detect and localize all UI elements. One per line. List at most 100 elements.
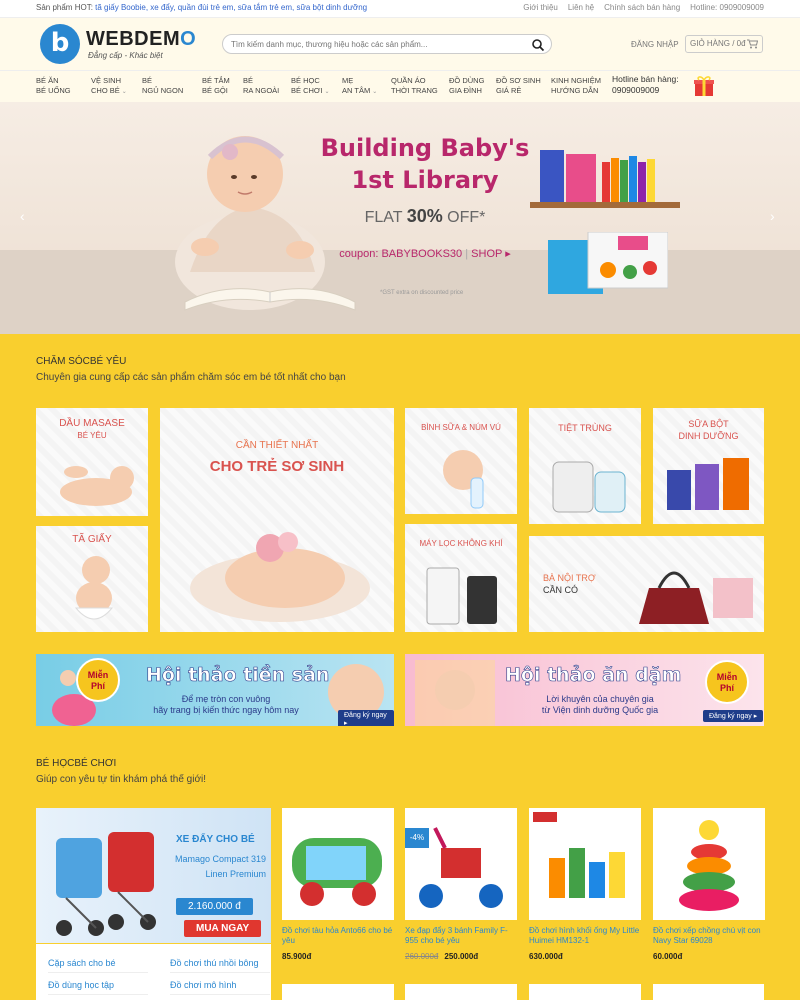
product-price: 260.000đ 250.000đ: [405, 952, 479, 961]
top-links: Giới thiệu Liên hệ Chính sách bán hàng H…: [523, 3, 764, 12]
product-card[interactable]: Đồ chơi tàu hỏa Anto66 cho bé yêu 85.900…: [282, 808, 394, 968]
nav-item-bath[interactable]: Bé tắm Bé gội: [202, 76, 230, 96]
gift-icon[interactable]: [692, 74, 716, 98]
stroller-promo[interactable]: XE ĐẨY CHO BÉ Mamago Compact 319 Linen Pr…: [36, 808, 271, 943]
login-link[interactable]: ĐĂNG NHẬP: [631, 40, 679, 49]
product-card[interactable]: Đồ chơi xếp chồng chú vịt con Navy Star …: [653, 808, 765, 968]
category-plush[interactable]: Đồ chơi thú nhồi bông: [170, 958, 270, 973]
hero-title: Building Baby's 1st Library: [320, 134, 530, 194]
banner-weaning[interactable]: Hội thảo ăn dặm Lời khuyên của chuyên gi…: [405, 654, 764, 726]
nav-item-play[interactable]: Bé học Bé chơi ⌄: [291, 76, 329, 97]
nav-item-eat[interactable]: Bé ăn Bé uống: [36, 76, 71, 96]
link-contact[interactable]: Liên hệ: [568, 3, 594, 12]
card-massage-caption: DẦU MASASE BÉ YÊU: [59, 418, 125, 440]
search-icon[interactable]: [531, 38, 545, 52]
product-name[interactable]: Đồ chơi hình khối ống My Little Huimei H…: [529, 926, 641, 946]
category-school[interactable]: Đồ dùng học tập: [48, 980, 148, 995]
card-newborn-caption-2: CHO TRẺ SƠ SINH: [209, 458, 345, 475]
logo-mark: b: [40, 24, 80, 64]
chevron-down-icon: ⌄: [121, 89, 127, 95]
product-card[interactable]: Đồ chơi hình khối ống My Little Huimei H…: [529, 808, 641, 968]
card-air[interactable]: MÁY LỌC KHÔNG KHÍ: [405, 524, 517, 632]
card-bottle[interactable]: BÌNH SỮA & NÚM VÚ: [405, 408, 517, 514]
card-milk[interactable]: SỮA BỘT DINH DƯỠNG: [653, 408, 764, 524]
section-care-subtitle: Chuyên gia cung cấp các sản phẩm chăm só…: [36, 372, 346, 383]
card-newborn[interactable]: CẦN THIẾT NHẤT CHO TRẺ SƠ SINH: [160, 408, 394, 632]
nav-item-newborn[interactable]: Đồ sơ sinh giá rẻ: [496, 76, 541, 96]
air-purifier-image: [426, 567, 497, 625]
next-slide-icon[interactable]: ›: [770, 208, 775, 224]
nav-item-sleep[interactable]: Bé ngủ ngon: [142, 76, 183, 96]
banner-weaning-register-button[interactable]: Đăng ký ngay ▸: [703, 710, 764, 722]
product-card[interactable]: [653, 984, 764, 1000]
top-bar: Sản phẩm HOT: tã giấy Boobie, xe đẩy, qu…: [0, 0, 800, 18]
product-image[interactable]: [653, 808, 765, 920]
product-image[interactable]: [529, 808, 641, 920]
nav-item-family[interactable]: Đồ dùng gia đình: [449, 76, 484, 96]
promo-title: XE ĐẨY CHO BÉ: [176, 834, 255, 845]
cart-button[interactable]: GIỎ HÀNG / 0đ: [685, 35, 763, 53]
hero-gst-note: *GST extra on discounted price: [380, 290, 464, 296]
nav-hotline: Hotline bán hàng: 0909009009: [612, 74, 679, 95]
banner-prenatal[interactable]: Miễn Phí Hội thảo tiền sản Để mẹ tròn con…: [36, 654, 394, 726]
weaning-baby-image: [415, 660, 495, 726]
product-name[interactable]: Đồ chơi xếp chồng chú vịt con Navy Star …: [653, 926, 765, 946]
hot-links[interactable]: tã giấy Boobie, xe đẩy, quần đùi trẻ em,…: [95, 3, 367, 12]
nav-item-guide[interactable]: Kinh nghiệm hướng dẫn: [551, 76, 601, 96]
product-price: 630.000đ: [529, 952, 563, 961]
section-play-title: BÉ HỌCBÉ CHƠI: [36, 758, 117, 769]
free-badge: Miễn Phí: [705, 660, 749, 704]
sale-badge: -4%: [405, 828, 429, 848]
bottle-baby-image: [443, 450, 484, 509]
hero-shelf: [530, 202, 680, 208]
card-diaper[interactable]: TÃ GIẤY: [36, 526, 148, 632]
card-diaper-caption: TÃ GIẤY: [72, 534, 112, 545]
category-bags[interactable]: Cặp sách cho bé: [48, 958, 148, 973]
promo-product-name: Mamago Compact 319 Linen Premium: [174, 854, 266, 879]
product-card[interactable]: -4% Xe đạp đẩy 3 bánh Family F-955 cho b…: [405, 808, 517, 968]
nav-item-outdoor[interactable]: Bé ra ngoài: [243, 76, 279, 96]
nav-item-clothes[interactable]: Quần áo thời trang: [391, 76, 438, 96]
product-card[interactable]: [282, 984, 394, 1000]
prev-slide-icon[interactable]: ‹: [20, 208, 25, 224]
product-image[interactable]: [405, 808, 517, 920]
product-image[interactable]: [282, 808, 394, 920]
banner-weaning-subtitle: Lời khuyên của chuyên gia từ Viện dinh dư…: [541, 694, 659, 715]
card-massage[interactable]: DẦU MASASE BÉ YÊU: [36, 408, 148, 516]
card-newborn-caption-1: CẦN THIẾT NHẤT: [235, 440, 319, 451]
card-housewife[interactable]: BÀ NỘI TRỢ CẦN CÓ: [529, 536, 764, 632]
logo[interactable]: b WEBDEMO Đẳng cấp - Khác biệt: [40, 24, 210, 64]
diaper-baby-image: [74, 556, 114, 620]
search-input[interactable]: [231, 37, 531, 52]
free-badge: Miễn Phí: [76, 658, 120, 702]
nav-item-mom[interactable]: Mẹ an tâm ⌄: [342, 76, 377, 97]
buy-now-button[interactable]: MUA NGAY: [184, 920, 262, 937]
logo-slogan: Đẳng cấp - Khác biệt: [88, 51, 163, 60]
product-card[interactable]: [405, 984, 517, 1000]
banner-prenatal-subtitle: Để mẹ tròn con vuông hãy trang bị kiến th…: [153, 694, 299, 715]
chevron-down-icon: ⌄: [324, 89, 330, 95]
main-nav: Bé ăn Bé uống Vệ sinh cho bé ⌄ Bé ngủ ngon B…: [0, 70, 800, 102]
card-bottle-caption: BÌNH SỮA & NÚM VÚ: [421, 423, 501, 432]
banner-weaning-title: Hội thảo ăn dặm: [505, 664, 682, 687]
nav-item-hygiene[interactable]: Vệ sinh cho bé ⌄: [91, 76, 127, 97]
hot-label: Sản phẩm HOT:: [36, 3, 93, 12]
milk-cans-image: [667, 458, 749, 510]
link-about[interactable]: Giới thiệu: [523, 3, 558, 12]
product-card[interactable]: [529, 984, 641, 1000]
category-models[interactable]: Đồ chơi mô hình: [170, 980, 270, 995]
banner-prenatal-register-button[interactable]: Đăng ký ngay ▸: [338, 710, 394, 726]
hero-discount: FLAT 30% OFF*: [364, 206, 486, 226]
hero-play-book-image: [548, 232, 668, 294]
newborn-image: [190, 532, 370, 622]
link-policy[interactable]: Chính sách bán hàng: [604, 3, 680, 12]
hero-coupon[interactable]: coupon: BABYBOOKS30 | SHOP ▸: [300, 247, 550, 260]
hero-slider[interactable]: Building Baby's 1st Library FLAT 30% OFF*…: [0, 102, 800, 334]
cart-icon: [747, 39, 758, 49]
product-name[interactable]: Đồ chơi tàu hỏa Anto66 cho bé yêu: [282, 926, 394, 946]
section-play-subtitle: Giúp con yêu tự tin khám phá thế giới!: [36, 774, 207, 785]
banner-prenatal-title: Hội thảo tiền sản: [146, 664, 330, 687]
cart-label: GIỎ HÀNG / 0đ: [690, 39, 746, 48]
product-name[interactable]: Xe đạp đẩy 3 bánh Family F-955 cho bé yê…: [405, 926, 517, 946]
card-sterilize[interactable]: TIỆT TRÙNG: [529, 408, 641, 524]
